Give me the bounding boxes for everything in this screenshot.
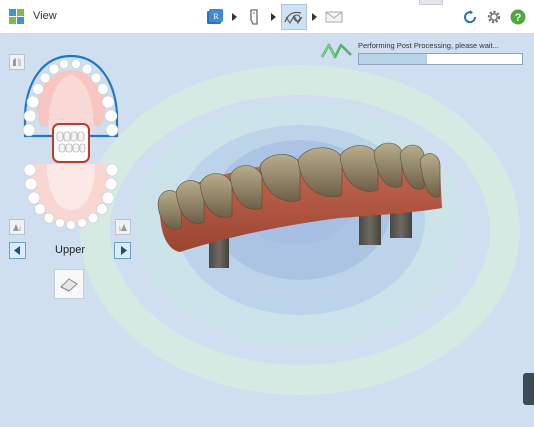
step-arrow — [271, 13, 276, 21]
processing-logo-icon — [320, 43, 352, 59]
eraser-icon — [60, 278, 78, 292]
eraser-button[interactable] — [54, 269, 84, 299]
rx-letter: R — [213, 12, 219, 21]
scan-viewport[interactable]: Performing Post Processing, please wait.… — [0, 34, 534, 427]
workflow-steps: R — [203, 4, 346, 30]
tooth-view-icon — [13, 58, 21, 66]
chevron-right-icon — [120, 246, 127, 255]
gear-icon[interactable] — [485, 8, 502, 25]
abutment-middle — [359, 212, 381, 245]
sync-icon[interactable] — [461, 8, 478, 25]
progress-message: Performing Post Processing, please wait.… — [358, 41, 499, 50]
rx-step[interactable]: R — [203, 5, 227, 29]
step-arrow — [232, 13, 237, 21]
arch-label: Upper — [55, 244, 85, 256]
rx-form-icon: R — [207, 9, 223, 24]
chevron-left-icon — [13, 246, 20, 255]
step-arrow — [312, 13, 317, 21]
top-toolbar: View R ? — [0, 0, 534, 34]
window-handle[interactable] — [419, 0, 443, 5]
scan-step[interactable] — [242, 5, 266, 29]
view-left-button[interactable] — [9, 219, 25, 235]
view-occlusal-button[interactable] — [9, 54, 25, 70]
send-step[interactable] — [322, 5, 346, 29]
side-panel-handle[interactable] — [523, 373, 534, 405]
view-scan-icon — [284, 11, 303, 25]
app-menu-icon[interactable] — [9, 9, 24, 24]
progress-bar — [358, 53, 523, 65]
tooth-right-view-icon — [119, 224, 127, 231]
svg-text:?: ? — [514, 12, 521, 24]
tooth-left-view-icon — [13, 224, 21, 231]
envelope-icon — [325, 11, 343, 23]
page-title: View — [33, 10, 57, 22]
top-actions: ? — [461, 8, 526, 25]
processing-progress: Performing Post Processing, please wait.… — [320, 40, 525, 68]
help-icon[interactable]: ? — [509, 8, 526, 25]
progress-fill — [359, 54, 428, 64]
next-arch-button[interactable] — [114, 242, 131, 259]
scan-wand-icon — [250, 9, 258, 25]
view-right-button[interactable] — [115, 219, 131, 235]
view-step[interactable] — [281, 4, 307, 30]
jaw-selector[interactable] — [19, 52, 123, 230]
previous-arch-button[interactable] — [9, 242, 26, 259]
